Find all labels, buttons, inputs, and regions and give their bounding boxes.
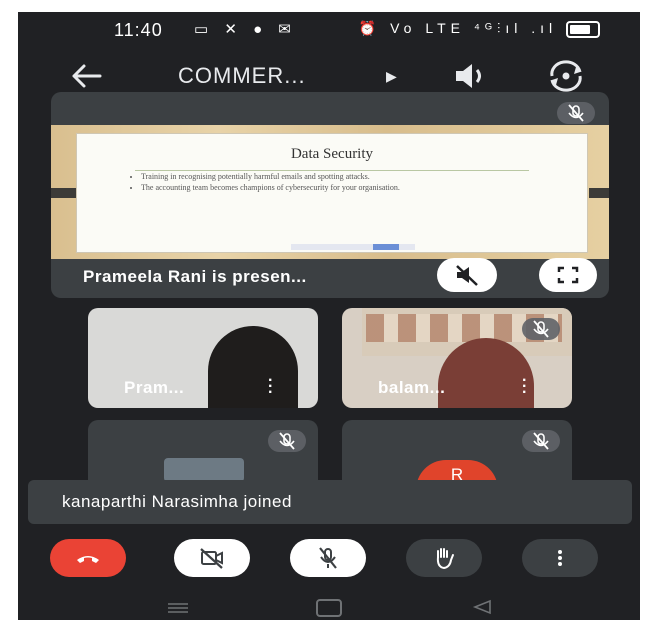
- signal-icons: ⏰ Vo LTE ⁴ᴳ⫶ıl .ıl: [358, 20, 558, 36]
- more-options-icon[interactable]: · · ·: [522, 373, 527, 401]
- slide-bullet: Training in recognising potentially harm…: [141, 172, 521, 181]
- back-icon[interactable]: [470, 598, 494, 616]
- mic-muted-icon: [522, 430, 560, 452]
- menu-icon[interactable]: [166, 602, 190, 614]
- status-left-icons: ▭ ✕ ● ✉: [194, 21, 297, 38]
- participant-name: balam...: [378, 378, 446, 397]
- end-call-button[interactable]: [50, 539, 126, 577]
- mic-muted-icon: [522, 318, 560, 340]
- status-bar: 11:40 ▭ ✕ ● ✉ ⏰ Vo LTE ⁴ᴳ⫶ıl .ıl: [18, 12, 640, 48]
- mic-off-icon: [319, 547, 337, 569]
- more-options-icon[interactable]: · · ·: [268, 373, 273, 401]
- back-arrow-icon[interactable]: [66, 58, 106, 94]
- switch-camera-icon[interactable]: [544, 58, 588, 94]
- participant-thumbnail: [164, 458, 244, 482]
- participant-tile[interactable]: balam... · · ·: [342, 308, 572, 408]
- slide-edge: [589, 188, 609, 198]
- fullscreen-button[interactable]: [539, 258, 597, 292]
- shared-slide: Data Security Training in recognising po…: [77, 134, 587, 252]
- more-icon: [558, 550, 562, 566]
- slide-bullet: The accounting team becomes champions of…: [141, 183, 521, 192]
- slide-progress-bar: [291, 244, 415, 250]
- meet-screen: 11:40 ▭ ✕ ● ✉ ⏰ Vo LTE ⁴ᴳ⫶ıl .ıl COMMER.…: [18, 12, 640, 620]
- mic-toggle-button[interactable]: [290, 539, 366, 577]
- mute-presentation-button[interactable]: [437, 258, 497, 292]
- status-right-icons: ⏰ Vo LTE ⁴ᴳ⫶ıl .ıl: [359, 20, 600, 38]
- join-notification: kanaparthi Narasimha joined: [28, 480, 632, 524]
- slide-bullets: Training in recognising potentially harm…: [127, 170, 521, 194]
- presentation-tile[interactable]: Data Security Training in recognising po…: [51, 92, 609, 298]
- join-notification-text: kanaparthi Narasimha joined: [62, 492, 292, 511]
- camera-toggle-button[interactable]: [174, 539, 250, 577]
- more-options-button[interactable]: [522, 539, 598, 577]
- play-icon[interactable]: ▶: [386, 68, 397, 85]
- presenter-caption: Prameela Rani is presen...: [83, 267, 307, 286]
- participant-tile[interactable]: Pram... · · ·: [88, 308, 318, 408]
- raise-hand-icon: [436, 548, 454, 570]
- end-call-icon: [77, 556, 99, 563]
- slide-title: Data Security: [290, 146, 374, 162]
- home-icon[interactable]: [316, 599, 342, 617]
- mic-muted-icon: [557, 102, 595, 124]
- status-time: 11:40: [114, 20, 163, 40]
- mic-muted-icon: [268, 430, 306, 452]
- participant-name: Pram...: [124, 378, 185, 397]
- meeting-title[interactable]: COMMER...: [178, 63, 306, 89]
- raise-hand-button[interactable]: [406, 539, 482, 577]
- android-nav-bar: [18, 594, 640, 620]
- speaker-icon[interactable]: [450, 58, 490, 94]
- participant-video: [208, 326, 298, 408]
- camera-off-icon: [200, 548, 223, 569]
- battery-icon: [566, 20, 600, 38]
